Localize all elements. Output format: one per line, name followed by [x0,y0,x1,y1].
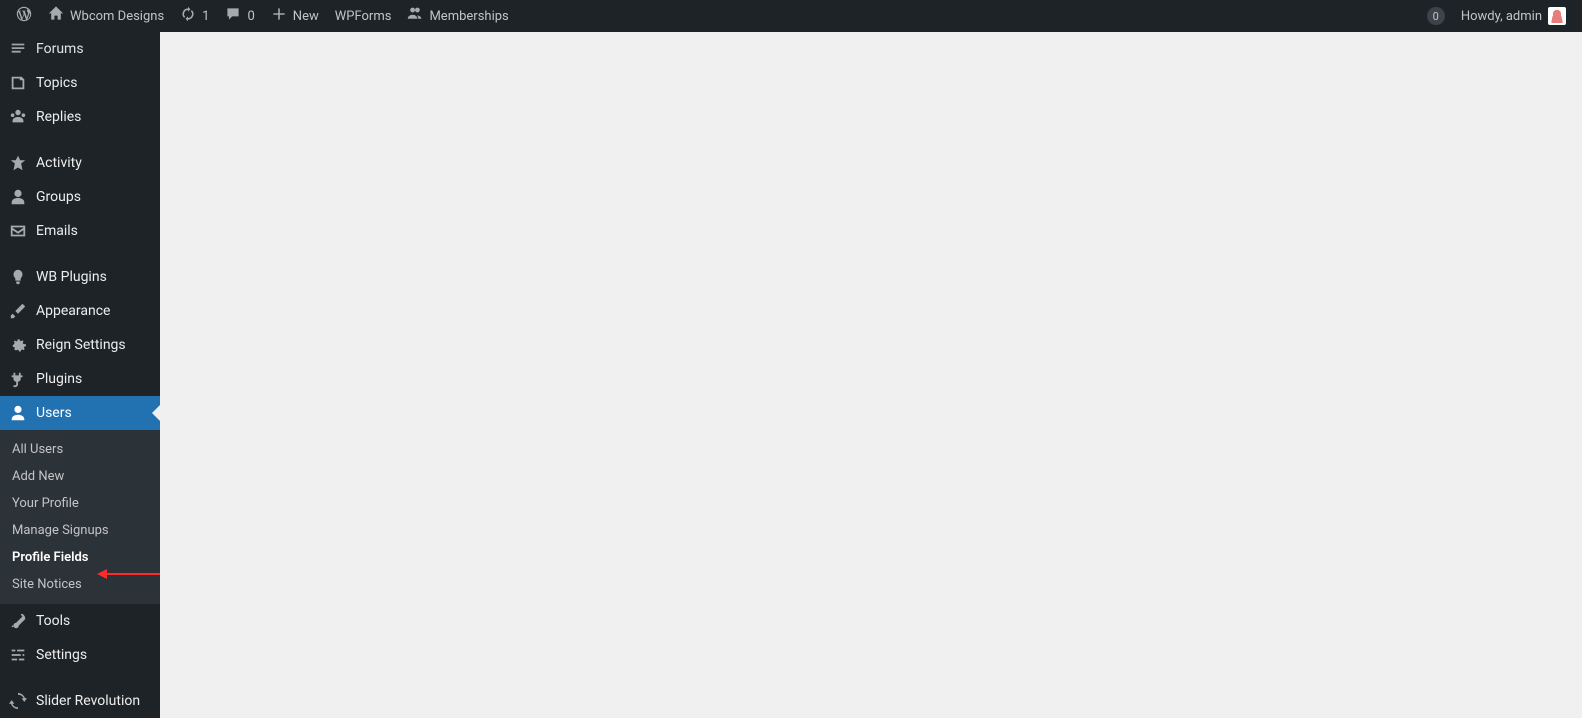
sidebar-item-label: Topics [36,75,77,91]
content-area [160,32,1582,718]
sidebar-item-label: Activity [36,155,82,171]
sub-label: Site Notices [12,577,82,592]
site-name-label: Wbcom Designs [70,9,164,24]
memberships-link[interactable]: Memberships [399,0,516,32]
wrench-icon [8,611,28,631]
groups-icon [407,6,423,26]
sidebar-item-appearance[interactable]: Appearance [0,294,160,328]
home-icon [48,6,64,26]
avatar [1548,7,1566,25]
menu-separator [0,134,160,146]
sub-item-manage-signups[interactable]: Manage Signups [0,517,160,544]
sidebar-item-label: Settings [36,647,87,663]
gear-icon [8,335,28,355]
activity-icon [8,153,28,173]
sidebar-item-users[interactable]: Users [0,396,160,430]
sidebar-item-label: Forums [36,41,84,57]
sidebar-item-label: Groups [36,189,81,205]
wordpress-icon [16,6,32,26]
menu-separator [0,672,160,684]
sidebar-item-wb-plugins[interactable]: WB Plugins [0,260,160,294]
sub-item-add-new[interactable]: Add New [0,463,160,490]
sidebar-item-emails[interactable]: Emails [0,214,160,248]
site-home-link[interactable]: Wbcom Designs [40,0,172,32]
sliders-icon [8,645,28,665]
sub-label: Profile Fields [12,550,88,565]
sub-item-all-users[interactable]: All Users [0,436,160,463]
user-icon [8,403,28,423]
sidebar-item-slider-revolution[interactable]: Slider Revolution [0,684,160,718]
main-layout: Forums Topics Replies Activity Groups Em… [0,32,1582,718]
sidebar-item-label: Reign Settings [36,337,126,353]
brush-icon [8,301,28,321]
updates-link[interactable]: 1 [172,0,217,32]
comments-link[interactable]: 0 [217,0,262,32]
account-link[interactable]: Howdy, admin [1453,0,1574,32]
sub-item-profile-fields[interactable]: Profile Fields [0,544,160,571]
admin-sidebar: Forums Topics Replies Activity Groups Em… [0,32,160,718]
wpforms-link[interactable]: WPForms [327,0,400,32]
sidebar-item-label: Replies [36,109,81,125]
users-submenu: All Users Add New Your Profile Manage Si… [0,430,160,604]
greeting-label: Howdy, admin [1461,9,1542,24]
wpforms-label: WPForms [335,9,392,24]
sidebar-item-tools[interactable]: Tools [0,604,160,638]
replies-icon [8,107,28,127]
sub-item-your-profile[interactable]: Your Profile [0,490,160,517]
sub-label: Manage Signups [12,523,109,538]
forums-icon [8,39,28,59]
notifications-link[interactable]: 0 [1419,0,1453,32]
new-label: New [293,9,319,24]
sub-label: Add New [12,469,64,484]
sub-item-site-notices[interactable]: Site Notices [0,571,160,598]
comment-icon [225,6,241,26]
sidebar-item-topics[interactable]: Topics [0,66,160,100]
sidebar-item-plugins[interactable]: Plugins [0,362,160,396]
memberships-label: Memberships [429,9,508,24]
plug-icon [8,369,28,389]
emails-icon [8,221,28,241]
sidebar-item-replies[interactable]: Replies [0,100,160,134]
sidebar-item-label: Slider Revolution [36,693,140,709]
sidebar-item-reign-settings[interactable]: Reign Settings [0,328,160,362]
menu-separator [0,248,160,260]
refresh-icon [8,691,28,711]
sidebar-item-label: Plugins [36,371,82,387]
notifications-badge: 0 [1427,7,1445,25]
bulb-icon [8,267,28,287]
topics-icon [8,73,28,93]
sidebar-item-settings[interactable]: Settings [0,638,160,672]
sidebar-item-forums[interactable]: Forums [0,32,160,66]
sidebar-item-label: Emails [36,223,78,239]
sidebar-item-label: WB Plugins [36,269,107,285]
sidebar-item-label: Tools [36,613,70,629]
wp-admin-bar: Wbcom Designs 1 0 New WPForms Membership… [0,0,1582,32]
sidebar-item-label: Appearance [36,303,110,319]
comments-count: 0 [247,9,254,24]
new-content-link[interactable]: New [263,0,327,32]
sub-label: All Users [12,442,63,457]
refresh-icon [180,6,196,26]
plus-icon [271,6,287,26]
sidebar-item-activity[interactable]: Activity [0,146,160,180]
sidebar-item-groups[interactable]: Groups [0,180,160,214]
groups-icon [8,187,28,207]
sub-label: Your Profile [12,496,79,511]
sidebar-item-label: Users [36,405,72,421]
wp-logo[interactable] [8,0,40,32]
updates-count: 1 [202,9,209,24]
